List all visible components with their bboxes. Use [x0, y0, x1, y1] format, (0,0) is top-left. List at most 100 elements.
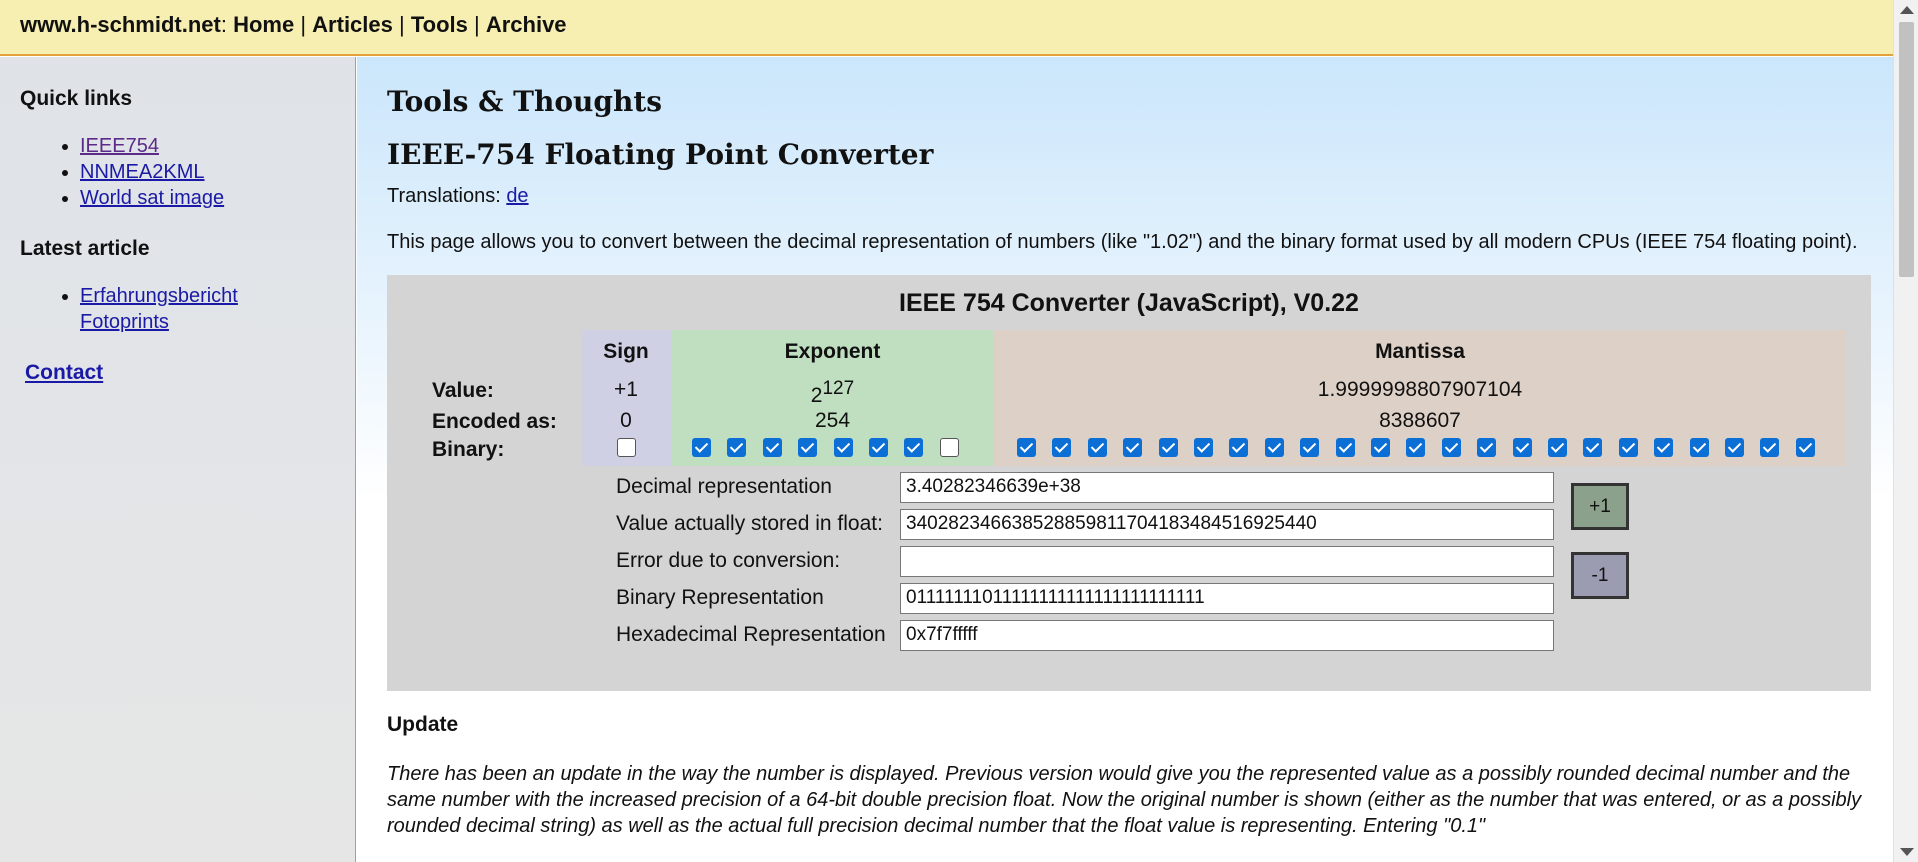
conversion-error-label: Error due to conversion:: [616, 549, 841, 572]
quick-links-heading: Quick links: [20, 87, 133, 110]
nav-tools-link[interactable]: Tools: [411, 12, 468, 37]
mantissa-bit-checkbox[interactable]: [1300, 438, 1320, 457]
site-name: www.h-schmidt.net: [20, 12, 221, 37]
increment-button[interactable]: +1: [1571, 483, 1629, 530]
conversion-error-field[interactable]: [900, 546, 1554, 577]
list-item: World sat image: [80, 185, 335, 211]
exponent-power: 127: [822, 378, 855, 399]
exponent-encoded: 254: [814, 409, 851, 432]
decrement-button[interactable]: -1: [1571, 552, 1629, 599]
mantissa-value: 1.9999998807907104: [1317, 378, 1523, 401]
list-item: NNMEA2KML: [80, 159, 335, 185]
converter-title: IEEE 754 Converter (JavaScript), V0.22: [899, 289, 1359, 317]
stored-value-field[interactable]: 340282346638528859811704183484516925440: [900, 509, 1554, 540]
sign-encoded: 0: [620, 409, 632, 432]
exponent-bit-checkbox[interactable]: [904, 438, 924, 457]
decimal-representation-label: Decimal representation: [616, 475, 832, 498]
mantissa-bit-checkbox[interactable]: [1371, 438, 1390, 457]
hex-representation-input[interactable]: 0x7f7fffff: [900, 620, 1554, 651]
mantissa-bit-checkbox[interactable]: [1654, 438, 1674, 457]
list-item: Erfahrungsbericht Fotoprints: [80, 283, 335, 335]
decimal-representation-input[interactable]: 3.40282346639e+38: [900, 472, 1554, 503]
mantissa-bit-checkbox[interactable]: [1264, 438, 1284, 457]
quick-links-list: IEEE754 NNMEA2KML World sat image: [20, 133, 335, 211]
mantissa-bit-checkbox[interactable]: [1583, 438, 1603, 457]
mantissa-bit-checkbox[interactable]: [1760, 438, 1780, 457]
mantissa-bit-checkbox[interactable]: [1087, 438, 1107, 457]
mantissa-bit-checkbox[interactable]: [1618, 438, 1638, 457]
converter-panel: IEEE 754 Converter (JavaScript), V0.22 S…: [387, 275, 1871, 691]
update-text: There has been an update in the way the …: [387, 763, 1862, 837]
exponent-bit-checkbox[interactable]: [869, 438, 888, 457]
translations-line: Translations: de: [387, 183, 1863, 209]
exponent-column: Exponent 2127 254: [671, 330, 994, 466]
mantissa-bit-checkbox[interactable]: [1229, 438, 1249, 457]
page-title: IEEE-754 Floating Point Converter: [387, 138, 934, 171]
mantissa-bit-checkbox[interactable]: [1406, 438, 1426, 457]
mantissa-bit-checkbox[interactable]: [1725, 438, 1744, 457]
latest-article-list: Erfahrungsbericht Fotoprints: [20, 283, 335, 335]
value-row-label: Value:: [432, 379, 494, 402]
main-content: Tools & Thoughts IEEE-754 Floating Point…: [357, 57, 1893, 862]
scroll-down-arrow-icon[interactable]: [1900, 848, 1914, 856]
mantissa-bit-checkbox[interactable]: [1441, 438, 1461, 457]
latest-article-line2: Fotoprints: [80, 311, 169, 333]
sign-value: +1: [614, 378, 638, 401]
quick-link-world-sat-image[interactable]: World sat image: [80, 187, 224, 209]
section-title: Tools & Thoughts: [387, 85, 663, 118]
mantissa-bit-checkbox[interactable]: [1194, 438, 1213, 457]
binary-representation-label: Binary Representation: [616, 586, 824, 609]
nav-separator: |: [294, 12, 313, 37]
mantissa-bit-checkbox[interactable]: [1017, 438, 1036, 457]
binary-row-label: Binary:: [432, 438, 505, 461]
mantissa-bit-checkbox[interactable]: [1795, 438, 1815, 457]
exponent-bit-checkbox[interactable]: [762, 438, 782, 457]
mantissa-bit-checkbox[interactable]: [1548, 438, 1567, 457]
latest-article-heading: Latest article: [20, 237, 150, 260]
exponent-bit-checkbox[interactable]: [727, 438, 747, 457]
mantissa-bit-checkbox[interactable]: [1335, 438, 1355, 457]
mantissa-bit-checkbox[interactable]: [1123, 438, 1143, 457]
quick-link-nnmea2kml[interactable]: NNMEA2KML: [80, 161, 204, 183]
list-item: IEEE754: [80, 133, 335, 159]
quick-link-ieee754[interactable]: IEEE754: [80, 135, 159, 157]
mantissa-column: Mantissa 1.9999998807907104 8388607: [994, 330, 1846, 466]
mantissa-header: Mantissa: [1375, 340, 1465, 363]
intro-text: This page allows you to convert between …: [387, 231, 1858, 253]
mantissa-bit-checkbox[interactable]: [1689, 438, 1709, 457]
latest-article-link[interactable]: Erfahrungsbericht Fotoprints: [80, 285, 238, 333]
mantissa-encoded: 8388607: [1379, 409, 1461, 432]
stored-value-label: Value actually stored in float:: [616, 512, 883, 535]
mantissa-bit-checkbox[interactable]: [1512, 438, 1532, 457]
mantissa-bit-checkbox[interactable]: [1158, 438, 1178, 457]
sign-bit-checkbox[interactable]: [617, 438, 636, 457]
translations-label: Translations:: [387, 185, 501, 207]
vertical-scrollbar[interactable]: [1893, 0, 1918, 862]
nav-articles-link[interactable]: Articles: [312, 12, 393, 37]
scroll-up-arrow-icon[interactable]: [1900, 6, 1914, 14]
exponent-bit-checkbox[interactable]: [798, 438, 818, 457]
mantissa-bit-checkbox[interactable]: [1477, 438, 1497, 457]
latest-article-line1: Erfahrungsbericht: [80, 285, 238, 307]
exponent-base: 2: [810, 384, 823, 407]
sign-column: Sign +1 0: [581, 330, 671, 466]
encoded-row-label: Encoded as:: [432, 410, 557, 433]
contact-link[interactable]: Contact: [25, 361, 335, 385]
scrollbar-thumb[interactable]: [1899, 22, 1914, 277]
top-navigation-bar: www.h-schmidt.net: Home | Articles | Too…: [0, 0, 1893, 56]
exponent-bits: [671, 436, 994, 460]
exponent-header: Exponent: [784, 340, 881, 363]
exponent-bit-checkbox[interactable]: [833, 438, 853, 457]
translation-de-link[interactable]: de: [506, 185, 528, 207]
mantissa-bits: [994, 436, 1846, 460]
nav-separator: |: [467, 12, 486, 37]
site-separator: :: [220, 12, 234, 37]
nav-home-link[interactable]: Home: [233, 12, 294, 37]
mantissa-bit-checkbox[interactable]: [1052, 438, 1072, 457]
update-heading: Update: [387, 713, 459, 736]
exponent-bit-checkbox[interactable]: [939, 438, 959, 457]
nav-archive-link[interactable]: Archive: [486, 12, 567, 37]
exponent-bit-checkbox[interactable]: [692, 438, 711, 457]
sign-bits: [581, 436, 671, 460]
binary-representation-input[interactable]: 01111111011111111111111111111111: [900, 583, 1554, 614]
